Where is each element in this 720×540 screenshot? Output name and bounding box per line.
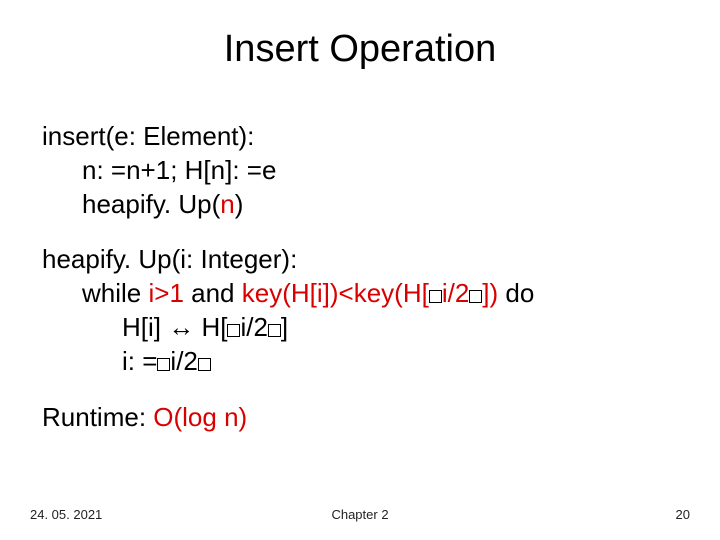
insert-line-2: heapify. Up(n) — [42, 188, 678, 222]
swap-a: H[i] ↔ H[ — [122, 312, 227, 342]
heapify-while: while i>1 and key(H[i])<key(H[ i/2]) do — [42, 277, 678, 311]
heapify-swap: H[i] ↔ H[ i/2] — [42, 311, 678, 345]
swap-c: ] — [281, 312, 288, 342]
assign-b: i/2 — [170, 346, 197, 376]
while-cond-2a: key(H[i])<key(H[ — [242, 278, 429, 308]
slide-body: insert(e: Element): n: =n+1; H[n]: =e he… — [42, 120, 678, 456]
runtime-line: Runtime: O(log n) — [42, 401, 678, 435]
swap-b: i/2 — [240, 312, 267, 342]
slide: Insert Operation insert(e: Element): n: … — [0, 0, 720, 540]
heapify-block: heapify. Up(i: Integer): while i>1 and k… — [42, 243, 678, 378]
floor-open-icon — [227, 324, 240, 337]
floor-open-icon — [157, 358, 170, 371]
heapify-signature: heapify. Up(i: Integer): — [42, 243, 678, 277]
insert-block: insert(e: Element): n: =n+1; H[n]: =e he… — [42, 120, 678, 221]
while-and: and — [184, 278, 242, 308]
while-keyword: while — [82, 278, 148, 308]
insert-line-1: n: =n+1; H[n]: =e — [42, 154, 678, 188]
heapify-call-arg: n — [220, 189, 234, 219]
floor-close-icon — [268, 324, 281, 337]
floor-close-icon — [198, 358, 211, 371]
floor-close-icon — [469, 290, 482, 303]
while-do: do — [498, 278, 534, 308]
insert-signature: insert(e: Element): — [42, 120, 678, 154]
while-cond-1: i>1 — [148, 278, 183, 308]
heapify-assign: i: = i/2 — [42, 345, 678, 379]
slide-title: Insert Operation — [0, 28, 720, 71]
runtime-value: O(log n) — [153, 402, 247, 432]
runtime-label: Runtime: — [42, 402, 153, 432]
while-cond-2c: ]) — [482, 278, 498, 308]
footer-chapter: Chapter 2 — [30, 507, 690, 522]
heapify-call-pre: heapify. Up( — [82, 189, 220, 219]
assign-a: i: = — [122, 346, 157, 376]
floor-open-icon — [429, 290, 442, 303]
slide-footer: 24. 05. 2021 Chapter 2 20 — [30, 507, 690, 522]
heapify-call-post: ) — [235, 189, 244, 219]
while-cond-2b: i/2 — [442, 278, 469, 308]
